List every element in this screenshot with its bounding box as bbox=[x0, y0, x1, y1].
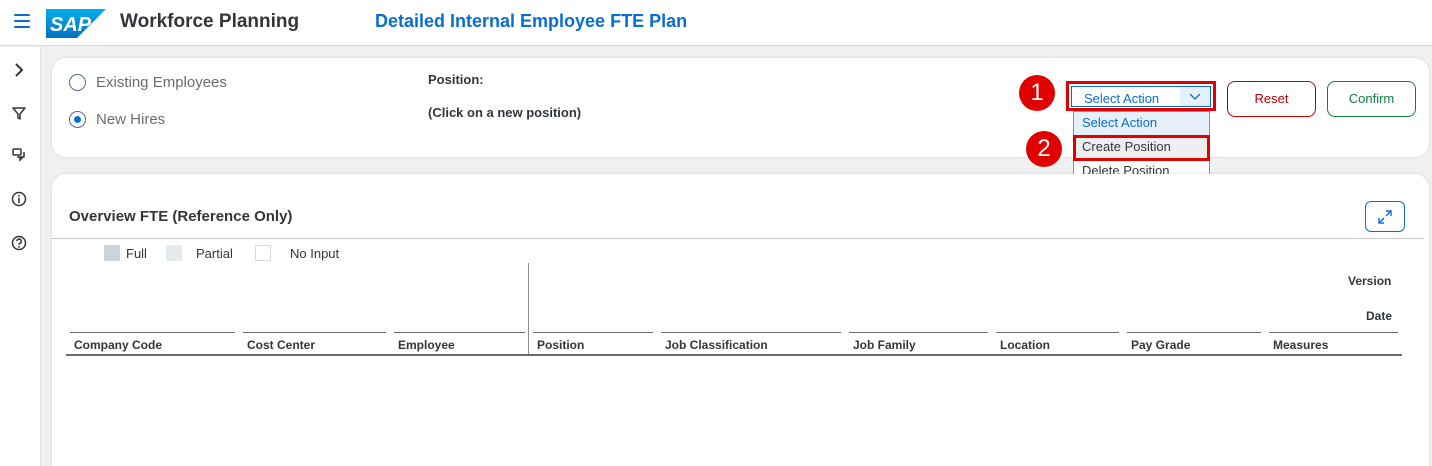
chevron-right-icon[interactable] bbox=[10, 61, 28, 79]
filter-icon[interactable] bbox=[10, 104, 28, 122]
position-hint: (Click on a new position) bbox=[428, 105, 582, 120]
select-action-list: Select Action Create Position Delete Pos… bbox=[1073, 111, 1210, 183]
legend-label: No Input bbox=[290, 245, 340, 261]
step-badge-1: 1 bbox=[1019, 75, 1055, 111]
col-underline bbox=[243, 332, 386, 333]
col-underline bbox=[849, 332, 988, 333]
column-header-employee[interactable]: Employee bbox=[398, 338, 455, 352]
date-header: Date bbox=[1366, 309, 1393, 323]
column-header-company-code[interactable]: Company Code bbox=[74, 338, 162, 352]
side-navigation bbox=[0, 47, 41, 466]
app-title: Workforce Planning bbox=[120, 11, 300, 32]
col-underline bbox=[394, 332, 525, 333]
radio-label: New Hires bbox=[96, 111, 166, 128]
column-header-position[interactable]: Position bbox=[537, 338, 584, 352]
info-icon[interactable] bbox=[10, 190, 28, 208]
confirm-button[interactable]: Confirm bbox=[1327, 81, 1416, 117]
shell-header: SAP Workforce Planning Detailed Internal… bbox=[0, 0, 1432, 46]
help-icon[interactable] bbox=[10, 234, 28, 252]
column-header-pay-grade[interactable]: Pay Grade bbox=[1131, 338, 1190, 352]
radio-button[interactable] bbox=[69, 74, 86, 91]
select-action-dropdown[interactable]: Select Action bbox=[1066, 81, 1216, 111]
radio-new-hires[interactable]: New Hires bbox=[69, 111, 165, 128]
table-header-bottom-border bbox=[66, 354, 1402, 356]
legend-label: Full bbox=[126, 245, 147, 261]
expand-icon bbox=[1378, 209, 1392, 224]
divider bbox=[52, 238, 1424, 239]
expand-button[interactable] bbox=[1365, 201, 1405, 232]
radio-button-selected[interactable] bbox=[69, 111, 86, 128]
legend-swatch bbox=[255, 245, 271, 261]
reset-button[interactable]: Reset bbox=[1227, 81, 1316, 117]
selection-panel bbox=[52, 58, 1429, 157]
version-header: Version bbox=[1348, 274, 1392, 288]
step-badge-2: 2 bbox=[1026, 131, 1062, 167]
col-underline bbox=[661, 332, 841, 333]
chevron-down-icon[interactable] bbox=[1180, 87, 1210, 106]
legend-swatch bbox=[166, 245, 182, 261]
sap-logo[interactable]: SAP bbox=[46, 9, 106, 38]
col-underline bbox=[533, 332, 653, 333]
col-underline bbox=[996, 332, 1119, 333]
column-header-measures[interactable]: Measures bbox=[1273, 338, 1328, 352]
option-create-position[interactable]: Create Position bbox=[1073, 135, 1210, 161]
column-divider bbox=[528, 263, 529, 355]
column-header-cost-center[interactable]: Cost Center bbox=[247, 338, 315, 352]
menu-icon[interactable] bbox=[14, 14, 30, 28]
column-header-job-classification[interactable]: Job Classification bbox=[665, 338, 768, 352]
select-action-value: Select Action bbox=[1084, 91, 1160, 106]
legend-full: Full bbox=[104, 245, 147, 261]
legend-no-input: No Input bbox=[255, 245, 339, 261]
option-select-action[interactable]: Select Action bbox=[1074, 112, 1209, 136]
comments-icon[interactable] bbox=[10, 146, 28, 164]
legend-partial: Partial bbox=[166, 245, 233, 261]
column-header-job-family[interactable]: Job Family bbox=[853, 338, 916, 352]
position-label: Position: bbox=[428, 72, 484, 87]
radio-existing-employees[interactable]: Existing Employees bbox=[69, 74, 227, 91]
legend-label: Partial bbox=[196, 245, 233, 261]
page-title: Detailed Internal Employee FTE Plan bbox=[375, 11, 688, 31]
col-underline bbox=[1269, 332, 1398, 333]
col-underline bbox=[1127, 332, 1261, 333]
column-header-location[interactable]: Location bbox=[1000, 338, 1050, 352]
sap-logo-text: SAP bbox=[50, 14, 92, 36]
legend-swatch bbox=[104, 245, 120, 261]
radio-label: Existing Employees bbox=[96, 74, 227, 91]
col-underline bbox=[70, 332, 235, 333]
overview-title: Overview FTE (Reference Only) bbox=[69, 208, 293, 225]
